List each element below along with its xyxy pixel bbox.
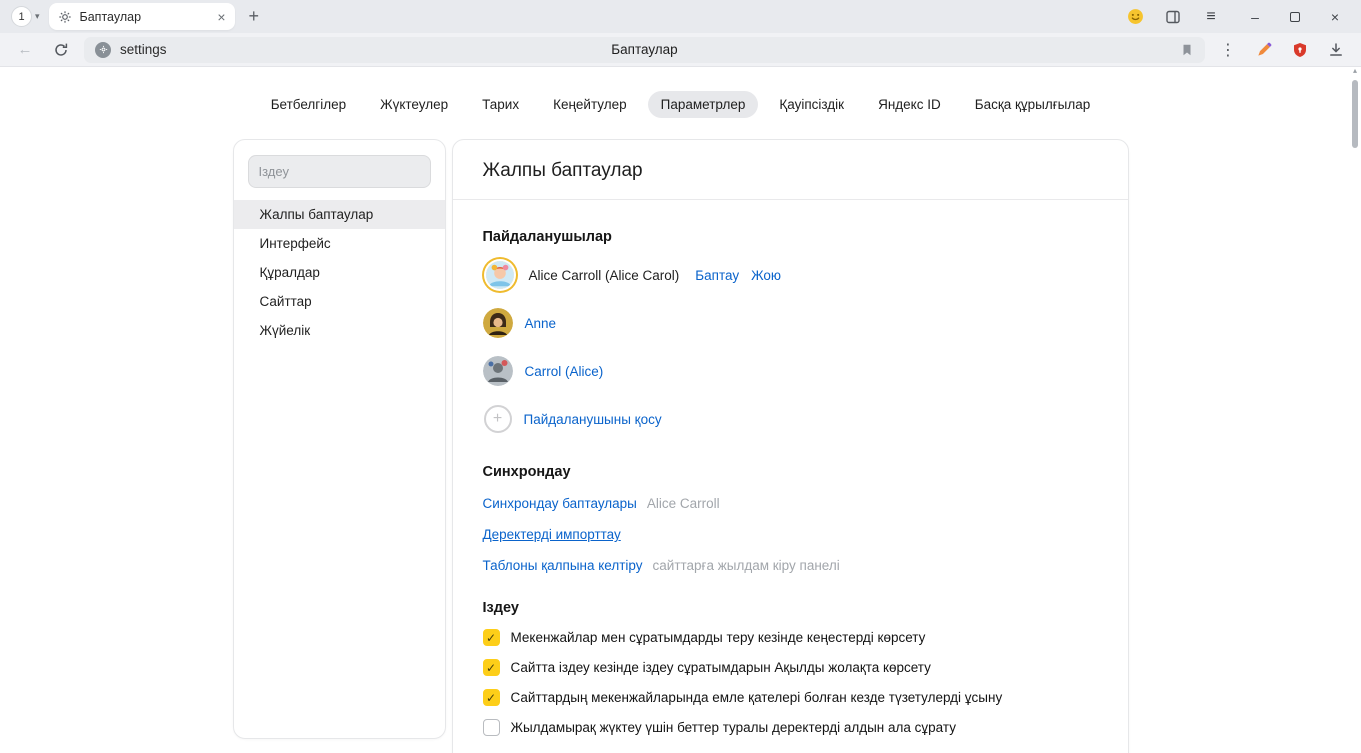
site-icon	[95, 42, 111, 58]
user-row: Carrol (Alice)	[483, 353, 1098, 389]
tabstrip-right-controls: ≡ – ×	[1121, 3, 1355, 31]
address-page-title: Баптаулар	[84, 42, 1205, 57]
option-label: Сайтта іздеу кезінде іздеу сұратымдарын …	[511, 660, 931, 675]
more-options-button[interactable]: ⋮	[1215, 38, 1241, 62]
pen-icon[interactable]	[1251, 38, 1277, 62]
user-avatar-alice-carroll[interactable]	[486, 261, 514, 289]
user-name: Alice Carroll (Alice Carol)	[529, 268, 680, 283]
user-avatar-anne[interactable]	[483, 308, 513, 338]
sync-row: Деректерді импорттау	[483, 527, 1098, 542]
sidebar-item-tools[interactable]: Құралдар	[234, 258, 445, 287]
download-icon[interactable]	[1323, 38, 1349, 62]
tab-strip: 1 ▾ Баптаулар × + ≡ – ×	[0, 0, 1361, 33]
page-title: Жалпы баптаулар	[453, 140, 1128, 200]
check-icon: ✓	[486, 662, 496, 674]
sidebar-list: Жалпы баптаулар Интерфейс Құралдар Сайтт…	[234, 200, 445, 345]
tab-count-badge: 1	[11, 6, 32, 27]
nav-tab-yandex-id[interactable]: Яндекс ID	[865, 91, 954, 118]
gear-icon	[58, 10, 72, 24]
close-tab-icon[interactable]: ×	[217, 10, 225, 24]
option-label: Сайттардың мекенжайларында емле қателері…	[511, 690, 1003, 705]
plus-icon: +	[484, 405, 512, 433]
bookmark-icon[interactable]	[1180, 43, 1194, 57]
user-delete-link[interactable]: Жою	[751, 268, 781, 283]
add-user-link[interactable]: Пайдаланушыны қосу	[524, 412, 662, 427]
user-link-anne[interactable]: Anne	[525, 316, 557, 331]
search-option-row: ✓ Жылдамырақ жүктеу үшін беттер туралы д…	[483, 719, 1098, 736]
chevron-down-icon: ▾	[35, 11, 40, 22]
sync-row: Таблоны қалпына келтіру сайттарға жылдам…	[483, 558, 1098, 573]
check-icon: ✓	[486, 632, 496, 644]
browser-tab[interactable]: Баптаулар ×	[49, 3, 235, 30]
close-window-button[interactable]: ×	[1315, 3, 1355, 31]
checkbox-suggestions[interactable]: ✓	[483, 629, 500, 646]
user-avatar-carrol[interactable]	[483, 356, 513, 386]
option-label: Мекенжайлар мен сұратымдарды теру кезінд…	[511, 630, 926, 645]
user-configure-link[interactable]: Баптау	[695, 268, 739, 283]
settings-layout: Жалпы баптаулар Интерфейс Құралдар Сайтт…	[0, 139, 1361, 753]
tableau-note: сайттарға жылдам кіру панелі	[653, 558, 840, 573]
settings-page: Бетбелгілер Жүктеулер Тарих Кеңейтулер П…	[0, 67, 1361, 749]
user-row: Anne	[483, 305, 1098, 341]
sync-section-heading: Синхрондау	[483, 464, 1098, 480]
tab-title: Баптаулар	[80, 10, 210, 24]
search-option-row: ✓ Мекенжайлар мен сұратымдарды теру кезі…	[483, 629, 1098, 646]
new-tab-button[interactable]: +	[239, 6, 270, 27]
users-section-heading: Пайдаланушылар	[483, 229, 1098, 245]
nav-tab-downloads[interactable]: Жүктеулер	[367, 91, 461, 118]
user-row: Alice Carroll (Alice Carol) Баптау Жою	[483, 257, 1098, 293]
check-icon: ✓	[486, 692, 496, 704]
option-label: Жылдамырақ жүктеу үшін беттер туралы дер…	[511, 720, 956, 735]
maximize-button[interactable]	[1275, 3, 1315, 31]
sidebar-item-sites[interactable]: Сайттар	[234, 287, 445, 316]
minimize-button[interactable]: –	[1235, 3, 1275, 31]
protect-shield-icon[interactable]	[1287, 38, 1313, 62]
add-user-row[interactable]: + Пайдаланушыны қосу	[483, 401, 1098, 437]
settings-sidebar: Жалпы баптаулар Интерфейс Құралдар Сайтт…	[233, 139, 446, 739]
sync-row: Синхрондау баптаулары Alice Carroll	[483, 496, 1098, 511]
url-text: settings	[120, 42, 167, 57]
side-panel-icon[interactable]	[1159, 5, 1187, 29]
sidebar-item-general[interactable]: Жалпы баптаулар	[234, 200, 445, 229]
nav-tab-settings[interactable]: Параметрлер	[648, 91, 759, 118]
scrollbar-thumb[interactable]	[1352, 80, 1358, 148]
checkbox-typo-fix[interactable]: ✓	[483, 689, 500, 706]
back-button[interactable]: ←	[12, 38, 38, 62]
sync-account-note: Alice Carroll	[647, 496, 720, 511]
nav-tab-history[interactable]: Тарих	[469, 91, 532, 118]
emoji-smiley-icon[interactable]	[1121, 5, 1149, 29]
nav-tab-bookmarks[interactable]: Бетбелгілер	[258, 91, 359, 118]
settings-nav: Бетбелгілер Жүктеулер Тарих Кеңейтулер П…	[0, 67, 1361, 118]
search-option-row: ✓ Сайттардың мекенжайларында емле қателе…	[483, 689, 1098, 706]
nav-tab-other-devices[interactable]: Басқа құрылғылар	[962, 91, 1104, 118]
maximize-icon	[1290, 12, 1300, 22]
search-input[interactable]	[248, 155, 431, 188]
sync-settings-link[interactable]: Синхрондау баптаулары	[483, 496, 637, 511]
nav-tab-security[interactable]: Қауіпсіздік	[766, 91, 857, 118]
scroll-up-icon[interactable]: ▴	[1351, 66, 1359, 75]
page-scrollbar: ▴	[1351, 72, 1359, 745]
menu-icon[interactable]: ≡	[1197, 5, 1225, 29]
checkbox-prefetch[interactable]: ✓	[483, 719, 500, 736]
checkbox-site-search[interactable]: ✓	[483, 659, 500, 676]
import-data-link[interactable]: Деректерді импорттау	[483, 527, 621, 542]
sidebar-item-system[interactable]: Жүйелік	[234, 316, 445, 345]
user-link-carrol[interactable]: Carrol (Alice)	[525, 364, 604, 379]
search-option-row: ✓ Сайтта іздеу кезінде іздеу сұратымдары…	[483, 659, 1098, 676]
sidebar-item-interface[interactable]: Интерфейс	[234, 229, 445, 258]
address-bar[interactable]: settings Баптаулар	[84, 37, 1205, 63]
settings-body: Пайдаланушылар Alice Carroll (Alice Caro…	[453, 200, 1128, 753]
nav-tab-extensions[interactable]: Кеңейтулер	[540, 91, 640, 118]
toolbar: ← settings Баптаулар ⋮	[0, 33, 1361, 67]
settings-main: Жалпы баптаулар Пайдаланушылар Alice Car…	[452, 139, 1129, 753]
tab-group-button[interactable]: 1 ▾	[6, 6, 45, 27]
search-section-heading: Іздеу	[483, 600, 1098, 616]
refresh-button[interactable]	[48, 38, 74, 62]
restore-tableau-link[interactable]: Таблоны қалпына келтіру	[483, 558, 643, 573]
